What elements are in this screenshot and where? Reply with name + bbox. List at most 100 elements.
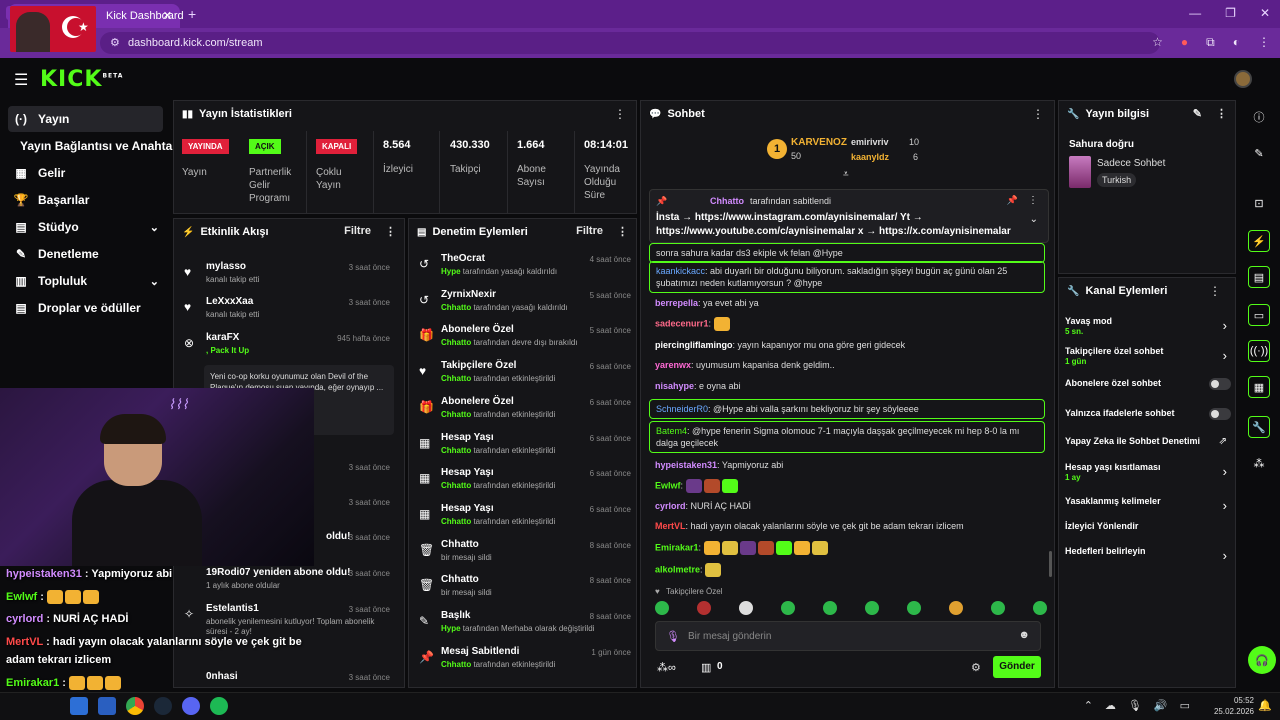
emoji-icon[interactable]: ☻: [1018, 629, 1030, 641]
maximize-icon[interactable]: ❐: [1225, 6, 1236, 20]
broadcast-icon[interactable]: ((·)): [1248, 340, 1270, 362]
emote-image[interactable]: [757, 541, 774, 555]
emote-image[interactable]: [823, 601, 837, 615]
filter-button[interactable]: Filtre: [576, 225, 603, 238]
more-options-icon[interactable]: ⋮: [1216, 107, 1227, 120]
emote-image[interactable]: [991, 601, 1005, 615]
more-options-icon[interactable]: ⋮: [1032, 107, 1044, 121]
emote-image[interactable]: [775, 541, 792, 555]
emote-image[interactable]: [739, 541, 756, 555]
emote-image[interactable]: [713, 317, 730, 331]
emote-image[interactable]: [703, 541, 720, 555]
channel-action-item[interactable]: Yapay Zeka ile Sohbet Denetimi ⇗: [1065, 436, 1231, 460]
chevron-down-icon[interactable]: ⌄: [1030, 214, 1038, 225]
sidebar-item-droplar[interactable]: ▤ Droplar ve ödüller: [8, 295, 163, 321]
chrome-app-icon[interactable]: [126, 697, 144, 715]
sidebar-item-studyo[interactable]: ▤ Stüdyo ⌄: [8, 214, 163, 240]
steam-app-icon[interactable]: [154, 697, 172, 715]
bookmark-star-icon[interactable]: ☆: [1152, 35, 1163, 50]
chat-bubble-icon[interactable]: ▭: [1248, 304, 1270, 326]
chat-input[interactable]: 🎙 Bir mesaj gönderin ☻: [655, 621, 1041, 651]
emote-image[interactable]: [865, 601, 879, 615]
cloud-icon[interactable]: ☁: [1105, 699, 1116, 712]
emote-image[interactable]: [685, 479, 702, 493]
more-options-icon[interactable]: ⋮: [1028, 195, 1038, 206]
more-options-icon[interactable]: ⋮: [617, 225, 628, 238]
chat-username[interactable]: MertVL: [655, 521, 686, 531]
capture-icon[interactable]: ⊡: [1248, 192, 1270, 214]
emote-image[interactable]: [721, 479, 738, 493]
browser-menu-icon[interactable]: ⋮: [1258, 35, 1270, 50]
emote-image[interactable]: [1033, 601, 1047, 615]
toggle-switch[interactable]: [1209, 378, 1231, 390]
edit-icon[interactable]: ✎: [1248, 142, 1270, 164]
sidebar-item-basarilar[interactable]: 🏆 Başarılar: [8, 187, 163, 213]
close-window-icon[interactable]: ✕: [1260, 6, 1270, 20]
lightning-icon[interactable]: ⚡: [1248, 230, 1270, 252]
chat-username[interactable]: berrepella: [655, 298, 698, 308]
channel-action-item[interactable]: İzleyici Yönlendir: [1065, 521, 1231, 545]
category-name[interactable]: Sadece Sohbet: [1097, 158, 1165, 169]
clock[interactable]: 05:52 25.02.2026: [1214, 695, 1254, 717]
channel-action-item[interactable]: Hedefleri belirleyin ›: [1065, 546, 1231, 570]
mail-app-icon[interactable]: [70, 697, 88, 715]
notifications-icon[interactable]: 🔔: [1258, 699, 1272, 712]
emote-image[interactable]: [703, 479, 720, 493]
chat-settings-icon[interactable]: ⚙: [971, 661, 981, 674]
support-headset-icon[interactable]: 🎧: [1248, 646, 1276, 674]
chat-username[interactable]: hypeistaken31: [655, 460, 717, 470]
emote-image[interactable]: [655, 601, 669, 615]
more-options-icon[interactable]: ⋮: [614, 107, 626, 121]
outlook-app-icon[interactable]: [98, 697, 116, 715]
more-options-icon[interactable]: ⋮: [1209, 284, 1221, 298]
channel-action-item[interactable]: Takipçilere özel sohbet 1 gün ›: [1065, 346, 1231, 370]
chat-username[interactable]: Batem4: [656, 426, 687, 436]
emote-image[interactable]: [793, 541, 810, 555]
toggle-switch[interactable]: [1209, 408, 1231, 420]
kick-logo[interactable]: KICKBETA: [40, 67, 123, 92]
spotify-app-icon[interactable]: [210, 697, 228, 715]
send-button[interactable]: Gönder: [993, 656, 1041, 678]
user-avatar[interactable]: [1234, 70, 1252, 88]
tray-chevron-icon[interactable]: ⌃: [1084, 699, 1093, 712]
chat-username[interactable]: piercingliflamingo: [655, 340, 733, 350]
url-field[interactable]: ⚙ dashboard.kick.com/stream: [100, 32, 1160, 54]
chat-username[interactable]: yarenwx: [655, 360, 691, 370]
emote-image[interactable]: [697, 601, 711, 615]
channel-action-item[interactable]: Abonelere özel sohbet: [1065, 378, 1231, 402]
gift-icon[interactable]: ▥: [701, 661, 711, 674]
chat-username[interactable]: nisahype: [655, 381, 694, 391]
sidebar-item-stream-key[interactable]: Yayın Bağlantısı ve Anahtarı: [8, 133, 180, 159]
emote-image[interactable]: [721, 541, 738, 555]
sidebar-item-denetleme[interactable]: ✎ Denetleme: [8, 241, 163, 267]
extension-red-icon[interactable]: ●: [1181, 35, 1188, 50]
chat-username[interactable]: kaankickacc: [656, 266, 705, 276]
site-info-icon[interactable]: ⚙: [110, 36, 120, 49]
new-tab-icon[interactable]: +: [188, 6, 196, 22]
network-icon[interactable]: ▭: [1180, 699, 1190, 712]
chat-username[interactable]: Ewlwf: [655, 480, 681, 490]
emote-image[interactable]: [811, 541, 828, 555]
chat-scrollbar[interactable]: [1049, 551, 1052, 577]
emote-image[interactable]: [705, 563, 722, 577]
emote-image[interactable]: [949, 601, 963, 615]
chat-username[interactable]: SchneiderR0: [656, 404, 708, 414]
discord-app-icon[interactable]: [182, 697, 200, 715]
sidebar-item-yayin[interactable]: (·) Yayın: [8, 106, 163, 132]
tab-close-icon[interactable]: ✕: [163, 9, 172, 22]
points-icon[interactable]: ⁂∞: [657, 661, 676, 674]
volume-icon[interactable]: 🔊: [1154, 699, 1168, 712]
collapse-icon[interactable]: ⩡: [843, 169, 849, 180]
mic-icon[interactable]: 🎙: [1128, 699, 1142, 712]
channel-action-item[interactable]: Yalnızca ifadelerle sohbet: [1065, 408, 1231, 432]
microphone-icon[interactable]: 🎙: [666, 630, 680, 643]
chat-username[interactable]: cyrlord: [655, 501, 686, 511]
extensions-icon[interactable]: ⧉: [1206, 35, 1215, 50]
sidebar-item-topluluk[interactable]: ▥ Topluluk ⌄: [8, 268, 163, 294]
document-icon[interactable]: ▤: [1248, 266, 1270, 288]
sidebar-item-gelir[interactable]: ▦ Gelir: [8, 160, 163, 186]
profile-icon[interactable]: ◐: [1233, 35, 1240, 50]
hamburger-menu-icon[interactable]: ☰: [14, 70, 28, 90]
tag-chip[interactable]: Turkish: [1097, 173, 1137, 187]
info-icon[interactable]: ⓘ: [1248, 106, 1270, 128]
